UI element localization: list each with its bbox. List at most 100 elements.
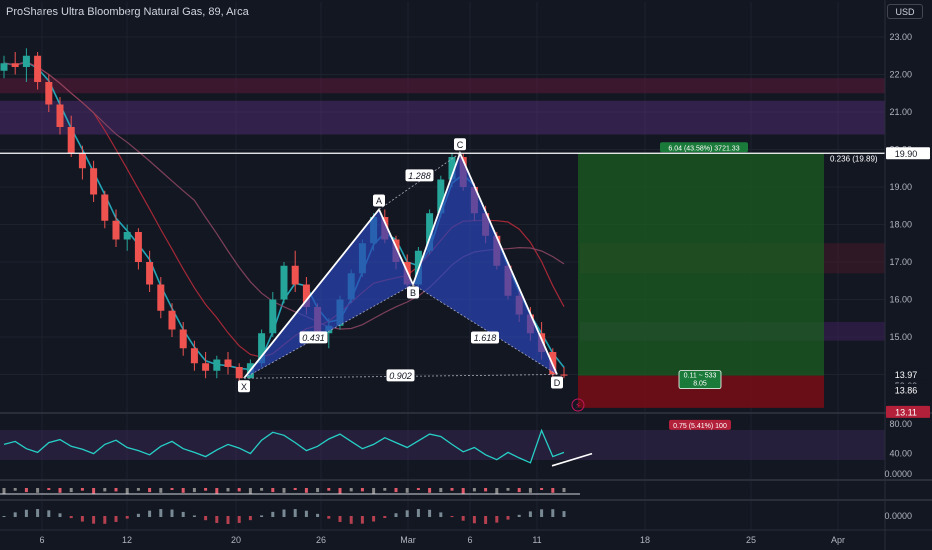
histogram-bar — [360, 488, 364, 492]
histogram-bar — [226, 488, 230, 492]
histogram-bar — [92, 488, 96, 494]
candle-body — [101, 194, 109, 221]
candle-body — [34, 55, 42, 82]
histogram-bar — [428, 509, 432, 517]
histogram-bar — [461, 488, 465, 494]
histogram-bar — [416, 488, 420, 490]
histogram-bar — [506, 516, 510, 520]
histogram-bar — [428, 488, 432, 493]
candle — [179, 322, 187, 356]
histogram-bar — [450, 488, 454, 491]
histogram-bar — [103, 516, 107, 524]
stop-price-marker: 13.11 — [895, 407, 917, 417]
histogram-bar — [416, 509, 420, 517]
histogram-bar — [394, 488, 398, 493]
candle — [157, 277, 165, 319]
candle-body — [269, 299, 277, 334]
time-axis[interactable]: 6 12 20 26 Mar 6 11 18 25 Apr — [39, 535, 845, 545]
histogram-bar — [316, 488, 320, 493]
histogram-bar — [2, 488, 6, 494]
histogram-bar — [495, 516, 499, 523]
candle — [11, 52, 19, 75]
candle-body — [90, 168, 98, 195]
histogram-bar — [405, 510, 409, 517]
histogram-bar — [472, 516, 476, 524]
price-tick-label: 21.00 — [889, 107, 912, 117]
histogram-bar — [159, 509, 163, 517]
time-tick-label: 20 — [231, 535, 241, 545]
histogram-bar — [248, 516, 252, 521]
histogram-bar — [495, 488, 499, 494]
histogram-bar — [80, 516, 84, 522]
lightning-icon-glyph: ⚡ — [575, 401, 581, 411]
candle — [101, 190, 109, 229]
candle-body — [134, 232, 142, 262]
resistance-band — [0, 100, 885, 135]
candle — [78, 145, 86, 180]
histogram-bar — [349, 516, 353, 524]
histogram-bar — [114, 516, 118, 522]
candle-body — [123, 232, 131, 240]
price-tick-label: 15.00 — [889, 332, 912, 342]
pattern-point-a: A — [376, 196, 382, 206]
price-tick-label: 19.00 — [889, 182, 912, 192]
indicator-panes — [0, 412, 932, 531]
candle — [190, 340, 198, 371]
histogram-bar — [517, 488, 521, 493]
pattern-ratio-label: 1.288 — [408, 171, 431, 181]
candle-body — [179, 329, 187, 349]
time-tick-label: 6 — [39, 535, 44, 545]
pattern-point-d: D — [554, 378, 561, 388]
oscillator-tick-label: 40.00 — [889, 449, 912, 459]
histogram-bar — [271, 511, 275, 517]
candle — [560, 367, 568, 379]
histogram-bar — [282, 509, 286, 517]
histogram-bar — [260, 488, 264, 491]
histogram-bar — [215, 516, 219, 523]
time-tick-label: Apr — [831, 535, 845, 545]
histogram-bar — [551, 488, 555, 493]
histogram-bar — [316, 513, 320, 517]
pattern-point-c: C — [457, 140, 464, 150]
price-tick-label: 18.00 — [889, 220, 912, 230]
histogram-bar — [181, 488, 185, 493]
histogram-bar — [125, 516, 129, 519]
histogram-bar — [13, 512, 17, 517]
histogram-bar — [103, 488, 107, 492]
entry-label-2: 8.05 — [693, 381, 707, 388]
histogram-bar — [484, 516, 488, 524]
price-axis[interactable]: 23.0022.0021.0020.0019.0018.0017.0016.00… — [884, 0, 912, 550]
target-price-marker: 19.90 — [895, 149, 918, 159]
price-tick-label: 23.00 — [889, 32, 912, 42]
histogram-bar — [181, 511, 185, 517]
histogram-bar — [226, 516, 230, 524]
candle-body — [157, 284, 165, 311]
profit-zone — [578, 153, 824, 376]
histogram-bar — [13, 488, 17, 491]
long-position-tool[interactable]: 6.04 (43.58%) 3721.33 0.11 ~ 5338.05 0.75 … — [578, 142, 824, 430]
histogram-bar — [282, 488, 286, 493]
candle-body — [190, 348, 198, 364]
candle — [134, 228, 142, 270]
pattern-point-x: X — [241, 382, 247, 392]
histogram-bar — [47, 488, 51, 490]
harmonic-pattern[interactable]: X A B C D 0.431 1.288 1.618 0.902 — [238, 138, 563, 393]
fib-label: 0.236 (19.89) — [830, 154, 878, 163]
histogram-bar — [327, 516, 331, 519]
histogram-bar — [36, 509, 40, 517]
histogram-bar — [540, 509, 544, 517]
candle — [22, 48, 30, 82]
histogram-bar — [383, 516, 387, 519]
candle — [112, 209, 120, 247]
candle-body — [235, 367, 243, 379]
candle-body — [213, 359, 221, 371]
histogram-bar — [461, 516, 465, 521]
time-tick-label: 26 — [316, 535, 326, 545]
pattern-ratio-label: 0.902 — [389, 371, 412, 381]
chart-canvas[interactable]: 6.04 (43.58%) 3721.33 0.11 ~ 5338.05 0.75 … — [0, 0, 932, 550]
time-tick-label: 12 — [122, 535, 132, 545]
pattern-point-b: B — [410, 288, 416, 298]
current-price-marker: 13.97 — [895, 370, 918, 380]
candle-body — [168, 310, 176, 330]
time-tick-label: Mar — [400, 535, 416, 545]
